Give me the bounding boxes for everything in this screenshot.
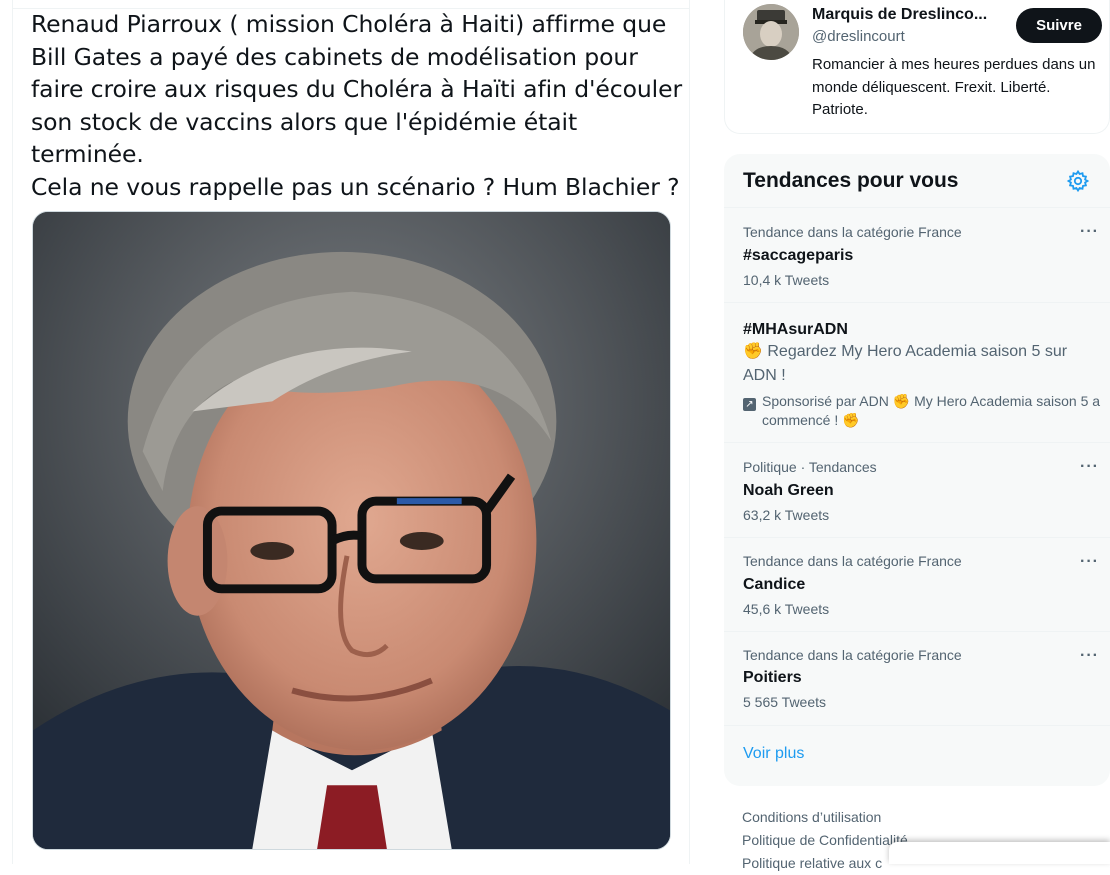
trends-title: Tendances pour vous xyxy=(743,169,959,192)
raised-fist-emoji: ✊ xyxy=(892,393,911,409)
messages-drawer[interactable] xyxy=(889,842,1110,864)
tweet[interactable]: Renaud Piarroux ( mission Choléra à Hait… xyxy=(12,0,690,864)
more-icon[interactable]: ··· xyxy=(1080,223,1099,241)
footer-links: Conditions d’utilisation Politique de Co… xyxy=(742,806,908,875)
tweet-text: Renaud Piarroux ( mission Choléra à Hait… xyxy=(31,8,683,203)
trend-count: 45,6 k Tweets xyxy=(743,601,830,617)
trend-name: Candice xyxy=(743,576,806,593)
trend-name: #saccageparis xyxy=(743,247,854,264)
tweet-text-line: Cela ne vous rappelle pas un scénario ? … xyxy=(31,172,680,201)
trend-count: 63,2 k Tweets xyxy=(743,507,830,523)
more-icon[interactable]: ··· xyxy=(1080,458,1099,476)
trend-item[interactable]: Politique · Tendances Noah Green 63,2 k … xyxy=(724,444,1110,538)
promoted-description-text: Regardez My Hero Academia saison 5 sur A… xyxy=(743,343,1068,384)
who-to-follow-card[interactable]: Marquis de Dreslinco... @dreslincourt Su… xyxy=(724,0,1110,134)
trend-name: Poitiers xyxy=(743,669,802,686)
promoted-arrow-icon: ↗ xyxy=(743,398,756,411)
show-more-link[interactable]: Voir plus xyxy=(743,745,804,763)
trend-name: Noah Green xyxy=(743,482,834,499)
portrait-photo xyxy=(33,212,670,849)
trend-context: Tendance dans la catégorie France xyxy=(743,647,962,663)
trend-item[interactable]: Tendance dans la catégorie France Poitie… xyxy=(724,633,1110,726)
tweet-text-line: son stock de vaccins alors que l'épidémi… xyxy=(31,107,578,136)
trend-count: 5 565 Tweets xyxy=(743,694,827,710)
footer-link-terms[interactable]: Conditions d’utilisation xyxy=(742,806,908,829)
trend-name: #MHAsurADN xyxy=(743,321,848,338)
trends-panel: Tendances pour vous Tendance dans la cat… xyxy=(724,154,1110,786)
trend-context: Politique · Tendances xyxy=(743,459,877,475)
more-icon[interactable]: ··· xyxy=(1080,553,1099,571)
more-icon[interactable]: ··· xyxy=(1080,647,1099,665)
account-name[interactable]: Marquis de Dreslinco... xyxy=(812,6,987,24)
follow-button[interactable]: Suivre xyxy=(1016,8,1102,43)
tweet-text-line: terminée. xyxy=(31,140,144,168)
trends-header: Tendances pour vous xyxy=(724,154,1110,208)
sponsor-prefix: Sponsorisé par ADN xyxy=(762,393,889,409)
trend-context: Tendance dans la catégorie France xyxy=(743,224,962,240)
footer-link-privacy[interactable]: Politique de Confidentialité xyxy=(742,829,908,852)
trend-item[interactable]: Tendance dans la catégorie France Candic… xyxy=(724,539,1110,632)
tweet-photo[interactable] xyxy=(32,211,671,850)
tweet-text-line: faire croire aux risques du Choléra à Ha… xyxy=(31,75,683,103)
trend-context: Tendance dans la catégorie France xyxy=(743,553,962,569)
sidebar: Marquis de Dreslinco... @dreslincourt Su… xyxy=(724,0,1110,871)
tweet-text-line: Bill Gates a payé des cabinets de modéli… xyxy=(31,42,638,71)
trend-count: 10,4 k Tweets xyxy=(743,272,830,288)
tweet-text-line: Renaud Piarroux ( mission Choléra à Hait… xyxy=(31,10,667,38)
promoted-sponsor: ↗ Sponsorisé par ADN ✊ My Hero Academia s… xyxy=(743,392,1103,429)
raised-fist-emoji: ✊ xyxy=(743,343,763,360)
account-handle[interactable]: @dreslincourt xyxy=(812,28,905,45)
raised-fist-emoji: ✊ xyxy=(842,411,860,428)
promoted-trend[interactable]: #MHAsurADN ✊ Regardez My Hero Academia s… xyxy=(724,304,1110,443)
avatar[interactable] xyxy=(743,4,799,60)
account-bio: Romancier à mes heures perdues dans un m… xyxy=(812,56,1096,118)
trend-item[interactable]: Tendance dans la catégorie France #sacca… xyxy=(724,209,1110,303)
gear-icon[interactable] xyxy=(1066,169,1090,193)
promoted-description: ✊ Regardez My Hero Academia saison 5 sur… xyxy=(743,340,1093,387)
